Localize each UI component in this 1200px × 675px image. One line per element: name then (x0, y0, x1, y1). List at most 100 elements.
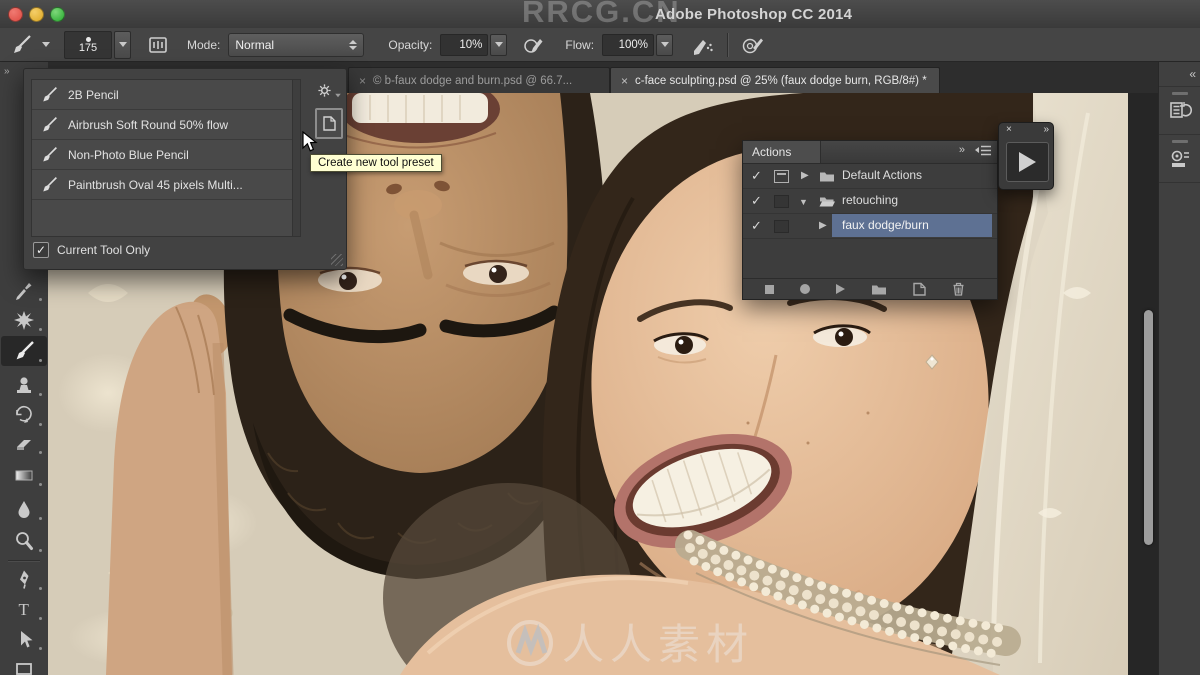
mode-select[interactable]: Normal (228, 32, 365, 57)
create-new-tool-preset-button[interactable] (315, 108, 343, 139)
options-separator (727, 32, 730, 57)
path-select-tool[interactable] (1, 624, 47, 654)
type-tool[interactable]: T (1, 594, 47, 624)
close-window-button[interactable] (8, 7, 23, 22)
dodge-tool[interactable] (1, 526, 47, 556)
flow-label: Flow: (565, 37, 595, 52)
preset-item[interactable]: Airbrush Soft Round 50% flow (32, 110, 300, 140)
preset-label: Airbrush Soft Round 50% flow (68, 117, 229, 132)
document-tab-active[interactable]: × c-face sculpting.psd @ 25% (faux dodge… (610, 67, 940, 93)
actions-button-mode-panel: × » (998, 122, 1054, 190)
toggle-brush-panel-icon[interactable] (147, 35, 169, 55)
tool-preset-list: 2B Pencil Airbrush Soft Round 50% flow N… (31, 79, 301, 237)
history-panel-icon (1170, 102, 1192, 118)
include-check-icon[interactable]: ✓ (751, 168, 762, 184)
canvas-vertical-scrollbar[interactable] (1144, 310, 1153, 545)
action-row-default-actions[interactable]: ✓ ▶ Default Actions (743, 164, 997, 189)
app-title: Adobe Photoshop CC 2014 (655, 6, 853, 23)
new-set-folder-icon[interactable] (871, 283, 887, 295)
toolbar-collapse-icon[interactable]: » (4, 66, 9, 77)
preset-label: Non-Photo Blue Pencil (68, 147, 189, 162)
dock-properties-panel-button[interactable] (1159, 134, 1200, 180)
opacity-label: Opacity: (388, 37, 433, 52)
brush-size-preview[interactable]: 175 (64, 30, 112, 59)
dialog-toggle-box[interactable] (774, 220, 789, 233)
actions-panel: Actions » ✓ ▶ Default Actions ✓ ▼ retouc… (742, 140, 998, 300)
airbrush-icon[interactable] (691, 35, 715, 55)
new-action-icon[interactable] (913, 282, 926, 296)
play-action-button[interactable] (1006, 142, 1049, 182)
brush-size-dropdown[interactable] (114, 30, 131, 59)
gradient-tool[interactable] (1, 460, 47, 490)
actions-panel-tab[interactable]: Actions (743, 141, 821, 163)
close-tab-icon[interactable]: × (621, 75, 628, 87)
rectangle-shape-tool[interactable] (1, 654, 47, 675)
brush-tool[interactable] (1, 336, 47, 366)
action-row-faux-dodge-burn[interactable]: ✓ ▶ faux dodge/burn (743, 214, 997, 239)
preset-list-scrollbar[interactable] (292, 80, 300, 236)
panel-collapse-icon[interactable]: » (959, 144, 965, 156)
dock-history-panel-button[interactable] (1159, 86, 1200, 132)
collapse-icon[interactable]: » (1043, 124, 1048, 135)
title-bar: Adobe Photoshop CC 2014 (0, 0, 1200, 29)
stop-icon[interactable] (765, 284, 774, 294)
brush-tool-preset-icon[interactable] (8, 33, 34, 57)
preset-panel-menu-button[interactable] (317, 83, 342, 98)
close-tab-icon[interactable]: × (359, 75, 366, 87)
expand-arrow-icon[interactable]: ▶ (819, 220, 827, 231)
clone-stamp-tool[interactable] (1, 370, 47, 400)
preset-item[interactable]: 2B Pencil (32, 80, 300, 110)
opacity-pressure-icon[interactable] (523, 35, 545, 55)
include-check-icon[interactable]: ✓ (751, 193, 762, 209)
panel-resize-grip[interactable] (331, 254, 343, 266)
opacity-value[interactable]: 10% (440, 33, 489, 56)
brush-preset-icon (43, 176, 57, 192)
actions-panel-header: Actions » (743, 141, 997, 164)
flow-dropdown[interactable] (656, 33, 674, 56)
mode-updown-icon (349, 39, 358, 50)
flow-value[interactable]: 100% (602, 33, 655, 56)
close-icon[interactable]: × (1006, 124, 1012, 135)
tab-label: c-face sculpting.psd @ 25% (faux dodge b… (635, 74, 927, 87)
size-pressure-icon[interactable] (741, 35, 765, 55)
current-tool-only-label: Current Tool Only (57, 243, 151, 257)
dialog-toggle-icon[interactable] (774, 170, 789, 183)
minimize-window-button[interactable] (29, 7, 44, 22)
opacity-dropdown[interactable] (490, 33, 508, 56)
action-row-retouching[interactable]: ✓ ▼ retouching (743, 189, 997, 214)
toolbar-separator (8, 560, 40, 562)
preset-label: 2B Pencil (68, 87, 119, 102)
zoom-window-button[interactable] (50, 7, 65, 22)
new-preset-page-icon (322, 116, 336, 131)
preset-item[interactable]: Paintbrush Oval 45 pixels Multi... (32, 170, 300, 200)
tab-label: © b-faux dodge and burn.psd @ 66.7... (373, 74, 573, 87)
collapse-arrow-icon[interactable]: ▼ (799, 197, 808, 207)
spot-healing-brush-tool[interactable] (1, 305, 47, 335)
eyedropper-tool[interactable] (1, 275, 47, 305)
preset-label: Paintbrush Oval 45 pixels Multi... (68, 177, 243, 192)
brush-preset-icon (43, 146, 57, 162)
current-tool-only-control[interactable]: ✓ Current Tool Only (33, 242, 150, 258)
expand-arrow-icon[interactable]: ▶ (801, 170, 809, 181)
pen-tool[interactable] (1, 564, 47, 594)
delete-trash-icon[interactable] (952, 282, 965, 296)
blur-tool[interactable] (1, 494, 47, 524)
dialog-toggle-box[interactable] (774, 195, 789, 208)
actions-bottom-toolbar (743, 278, 997, 299)
dock-collapse-icon[interactable]: « (1189, 67, 1196, 81)
gear-dropdown-arrow (334, 93, 341, 98)
include-check-icon[interactable]: ✓ (751, 218, 762, 234)
preset-item[interactable]: Non-Photo Blue Pencil (32, 140, 300, 170)
eraser-tool[interactable] (1, 428, 47, 458)
history-brush-tool[interactable] (1, 400, 47, 430)
folder-open-icon (819, 197, 835, 207)
record-icon[interactable] (800, 284, 810, 294)
folder-closed-icon (820, 172, 834, 182)
brush-preset-icon (43, 116, 57, 132)
play-icon[interactable] (836, 284, 845, 294)
document-tab[interactable]: × © b-faux dodge and burn.psd @ 66.7... (348, 67, 610, 93)
panel-menu-icon[interactable] (975, 145, 991, 156)
current-tool-only-checkbox[interactable]: ✓ (33, 242, 49, 258)
brush-tip-dot (85, 36, 91, 42)
preset-dropdown-arrow[interactable] (42, 42, 50, 47)
